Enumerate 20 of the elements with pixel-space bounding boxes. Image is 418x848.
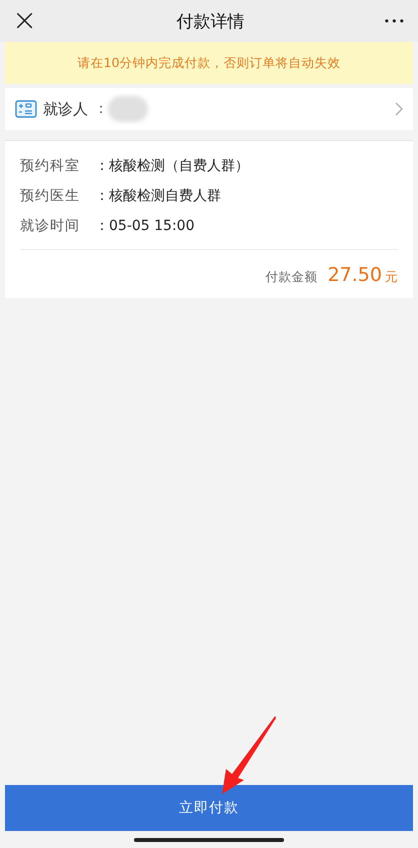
patient-label: 就诊人: [43, 100, 88, 118]
detail-label: 预约医生: [20, 187, 81, 205]
notice-text: 请在10分钟内完成付款，否则订单将自动失效: [78, 54, 340, 72]
more-button[interactable]: •••: [384, 14, 406, 28]
detail-value: ：核酸检测自费人群: [95, 187, 221, 205]
pay-button[interactable]: 立即付款: [5, 785, 413, 831]
currency-unit: 元: [385, 269, 398, 286]
amount-label: 付款金额: [266, 269, 318, 286]
detail-label: 就诊时间: [20, 217, 81, 235]
chevron-right-icon: [395, 102, 403, 116]
detail-value: ：05-05 15:00: [95, 217, 194, 235]
colon-text: ：: [94, 100, 108, 118]
patient-row[interactable]: 就诊人 ：: [5, 88, 413, 130]
blurred-name: [108, 96, 148, 122]
close-button[interactable]: ×: [12, 6, 38, 36]
detail-value: ：核酸检测（自费人群）: [95, 157, 249, 175]
amount-value: 27.50: [328, 264, 382, 286]
id-card-icon: [15, 100, 37, 118]
page-title: 付款详情: [176, 10, 244, 32]
detail-label: 预约科室: [20, 157, 81, 175]
